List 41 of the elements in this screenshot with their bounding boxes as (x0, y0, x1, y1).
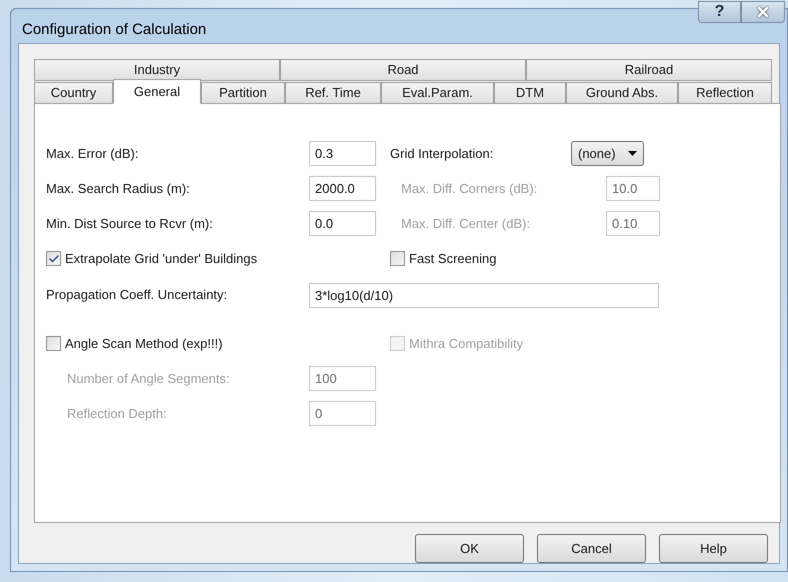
field-label: Grid Interpolation: (390, 144, 494, 163)
checkbox[interactable] (390, 251, 405, 266)
checkbox-label: Extrapolate Grid 'under' Buildings (65, 250, 258, 268)
dialog-button[interactable]: Help (659, 534, 768, 563)
field-label: Max. Diff. Center (dB): (401, 214, 532, 233)
checkbox-label: Fast Screening (409, 250, 496, 268)
checkbox-label: Mithra Compatibility (409, 334, 524, 353)
checkbox-label: Angle Scan Method (exp!!!) (65, 334, 223, 353)
tab[interactable]: Country (34, 82, 113, 104)
input-field[interactable]: 0.3 (309, 141, 376, 166)
tab[interactable]: Ground Abs. (566, 82, 678, 104)
tab[interactable]: Eval.Param. (381, 82, 494, 104)
field-label: Max. Search Radius (m): (46, 180, 191, 198)
dropdown[interactable]: (none) (571, 141, 644, 166)
close-icon (755, 4, 771, 20)
field-label: Max. Diff. Corners (dB): (401, 180, 538, 198)
checkbox[interactable] (46, 336, 61, 351)
field-label: Reflection Depth: (66, 404, 168, 423)
tab[interactable]: Partition (201, 82, 285, 104)
tab[interactable]: Ref. Time (285, 82, 381, 104)
input-field[interactable]: 2000.0 (309, 176, 376, 201)
tab[interactable]: General (113, 79, 201, 104)
close-button[interactable] (741, 1, 785, 23)
field-label: Number of Angle Segments: (66, 370, 231, 388)
dialog-button[interactable]: OK (415, 534, 524, 563)
tab[interactable]: Reflection (678, 82, 772, 104)
tab[interactable]: Railroad (526, 59, 772, 81)
tab[interactable]: DTM (494, 82, 566, 104)
field-label: Max. Error (dB): (46, 144, 140, 163)
checkbox[interactable] (46, 251, 61, 266)
caret-icon (628, 151, 637, 156)
help-button[interactable]: ? (698, 1, 741, 23)
check-icon (48, 252, 60, 264)
field-label: Min. Dist Source to Rcvr (m): (46, 214, 214, 233)
field-label: Propagation Coeff. Uncertainty: (46, 286, 228, 304)
tab[interactable]: Road (280, 59, 526, 81)
dialog-button[interactable]: Cancel (537, 534, 646, 563)
tab[interactable]: Industry (34, 59, 280, 81)
input-field[interactable]: 0.0 (309, 211, 376, 236)
input-field[interactable]: 3*log10(d/10) (309, 282, 659, 308)
window-title: Configuration of Calculation (22, 20, 206, 40)
